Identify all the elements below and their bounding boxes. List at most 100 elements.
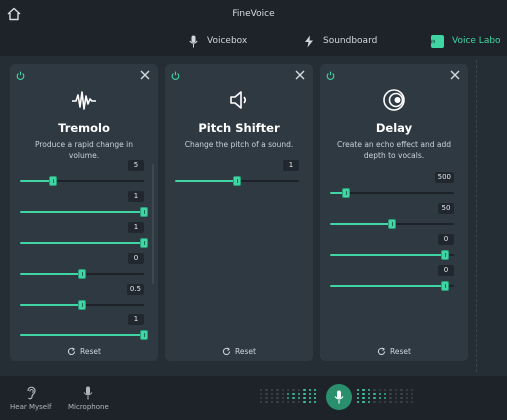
slider-fill — [20, 180, 54, 182]
slider-thumb[interactable] — [441, 281, 450, 291]
effect-card-tremolo: Tremolo Produce a rapid change in volume… — [10, 64, 158, 361]
card-title: Pitch Shifter — [198, 121, 280, 135]
effect-slider[interactable]: 0 — [20, 253, 144, 283]
slider-track[interactable] — [20, 269, 144, 279]
level-dot — [292, 397, 295, 400]
slider-track[interactable] — [175, 176, 299, 186]
effect-slider[interactable]: 50 — [330, 203, 454, 233]
level-dot — [281, 401, 284, 404]
slider-track[interactable] — [20, 207, 148, 217]
level-dot — [357, 393, 360, 396]
slider-fill — [20, 334, 144, 336]
effect-slider[interactable]: 5 — [20, 160, 144, 190]
slider-value[interactable]: 1 — [128, 191, 144, 202]
slider-track[interactable] — [20, 176, 144, 186]
slider-thumb[interactable] — [388, 219, 396, 229]
slider-value[interactable]: 0 — [128, 253, 144, 264]
slider-value[interactable]: 1 — [128, 314, 144, 325]
slider-thumb[interactable] — [140, 238, 148, 248]
close-icon[interactable] — [140, 70, 150, 80]
voice-level-meter-right — [357, 389, 417, 405]
slider-thumb[interactable] — [342, 188, 351, 198]
microphone-icon — [334, 390, 344, 404]
level-dot — [400, 397, 403, 400]
slider-fill — [20, 304, 82, 306]
panel-scrollbar[interactable] — [476, 60, 490, 372]
tab-soundboard[interactable]: Soundboard — [304, 32, 377, 50]
reset-label: Reset — [235, 347, 256, 356]
slider-value[interactable]: 0.5 — [126, 284, 144, 295]
slider-thumb[interactable] — [78, 300, 86, 310]
slider-value[interactable]: 0 — [438, 234, 454, 245]
level-dot — [394, 389, 398, 392]
close-icon[interactable] — [450, 70, 460, 80]
level-dot — [276, 401, 279, 404]
effect-slider[interactable]: 0.5 — [20, 284, 144, 314]
slider-fill — [330, 254, 446, 256]
slider-thumb[interactable] — [233, 176, 241, 186]
effect-slider[interactable]: 500 — [330, 172, 454, 202]
slider-value[interactable]: 5 — [128, 160, 144, 171]
slider-track[interactable] — [330, 281, 454, 291]
level-dot — [297, 397, 301, 400]
microphone-button[interactable]: Microphone — [68, 386, 109, 411]
slider-track[interactable] — [330, 250, 454, 260]
level-dot — [260, 393, 263, 396]
close-icon[interactable] — [295, 70, 305, 80]
level-dot — [411, 393, 414, 396]
power-icon[interactable] — [16, 71, 25, 80]
tab-label: Voicebox — [207, 36, 248, 46]
level-dot — [367, 393, 371, 396]
effect-slider[interactable]: 0 — [330, 265, 454, 295]
microphone-icon — [189, 35, 198, 47]
slider-track[interactable] — [20, 238, 148, 248]
reset-icon — [222, 347, 231, 355]
card-scrollbar[interactable] — [152, 164, 154, 284]
slider-track[interactable] — [330, 219, 454, 229]
slider-thumb[interactable] — [49, 176, 58, 186]
voice-level-meter-left — [260, 389, 320, 405]
reset-button[interactable]: Reset — [320, 347, 468, 356]
app-title: FineVoice — [232, 9, 275, 19]
effect-slider[interactable]: 1 — [20, 222, 148, 252]
level-dot — [276, 393, 279, 396]
level-dot — [384, 397, 387, 400]
level-dot — [357, 401, 360, 404]
level-dot — [308, 397, 311, 400]
slider-thumb[interactable] — [78, 269, 86, 279]
slider-track[interactable] — [20, 300, 144, 310]
power-icon[interactable] — [171, 71, 180, 80]
slider-fill — [20, 273, 82, 275]
reset-button[interactable]: Reset — [165, 347, 313, 356]
power-icon[interactable] — [326, 71, 335, 80]
level-dot — [308, 393, 311, 396]
slider-track[interactable] — [330, 188, 454, 198]
slider-value[interactable]: 500 — [434, 172, 454, 183]
effect-slider[interactable]: 1 — [20, 314, 148, 344]
level-dot — [394, 393, 398, 396]
tab-voice-labo[interactable]: Voice Labo — [431, 32, 501, 50]
voice-changer-mic-button[interactable] — [326, 384, 352, 410]
effect-slider[interactable]: 1 — [175, 160, 299, 190]
slider-value[interactable]: 0 — [438, 265, 454, 276]
tab-label: Voice Labo — [452, 36, 501, 46]
effect-slider[interactable]: 0 — [330, 234, 454, 264]
slider-thumb[interactable] — [140, 330, 148, 340]
level-dot — [292, 401, 295, 404]
slider-track[interactable] — [20, 330, 148, 340]
card-title: Delay — [375, 121, 413, 135]
slider-thumb[interactable] — [441, 250, 450, 260]
slider-value[interactable]: 50 — [438, 203, 454, 214]
level-dot — [281, 389, 284, 392]
card-description: Change the pitch of a sound. — [184, 140, 294, 149]
slider-thumb[interactable] — [140, 207, 148, 217]
effect-slider[interactable]: 1 — [20, 191, 148, 221]
slider-value[interactable]: 1 — [283, 160, 299, 171]
hear-myself-button[interactable]: Hear Myself — [10, 386, 52, 411]
tab-voicebox[interactable]: Voicebox — [189, 32, 247, 50]
level-dot — [270, 389, 274, 392]
ear-icon — [27, 386, 36, 400]
slider-value[interactable]: 1 — [128, 222, 144, 233]
reset-button[interactable]: Reset — [10, 347, 158, 356]
level-dot — [400, 389, 403, 392]
